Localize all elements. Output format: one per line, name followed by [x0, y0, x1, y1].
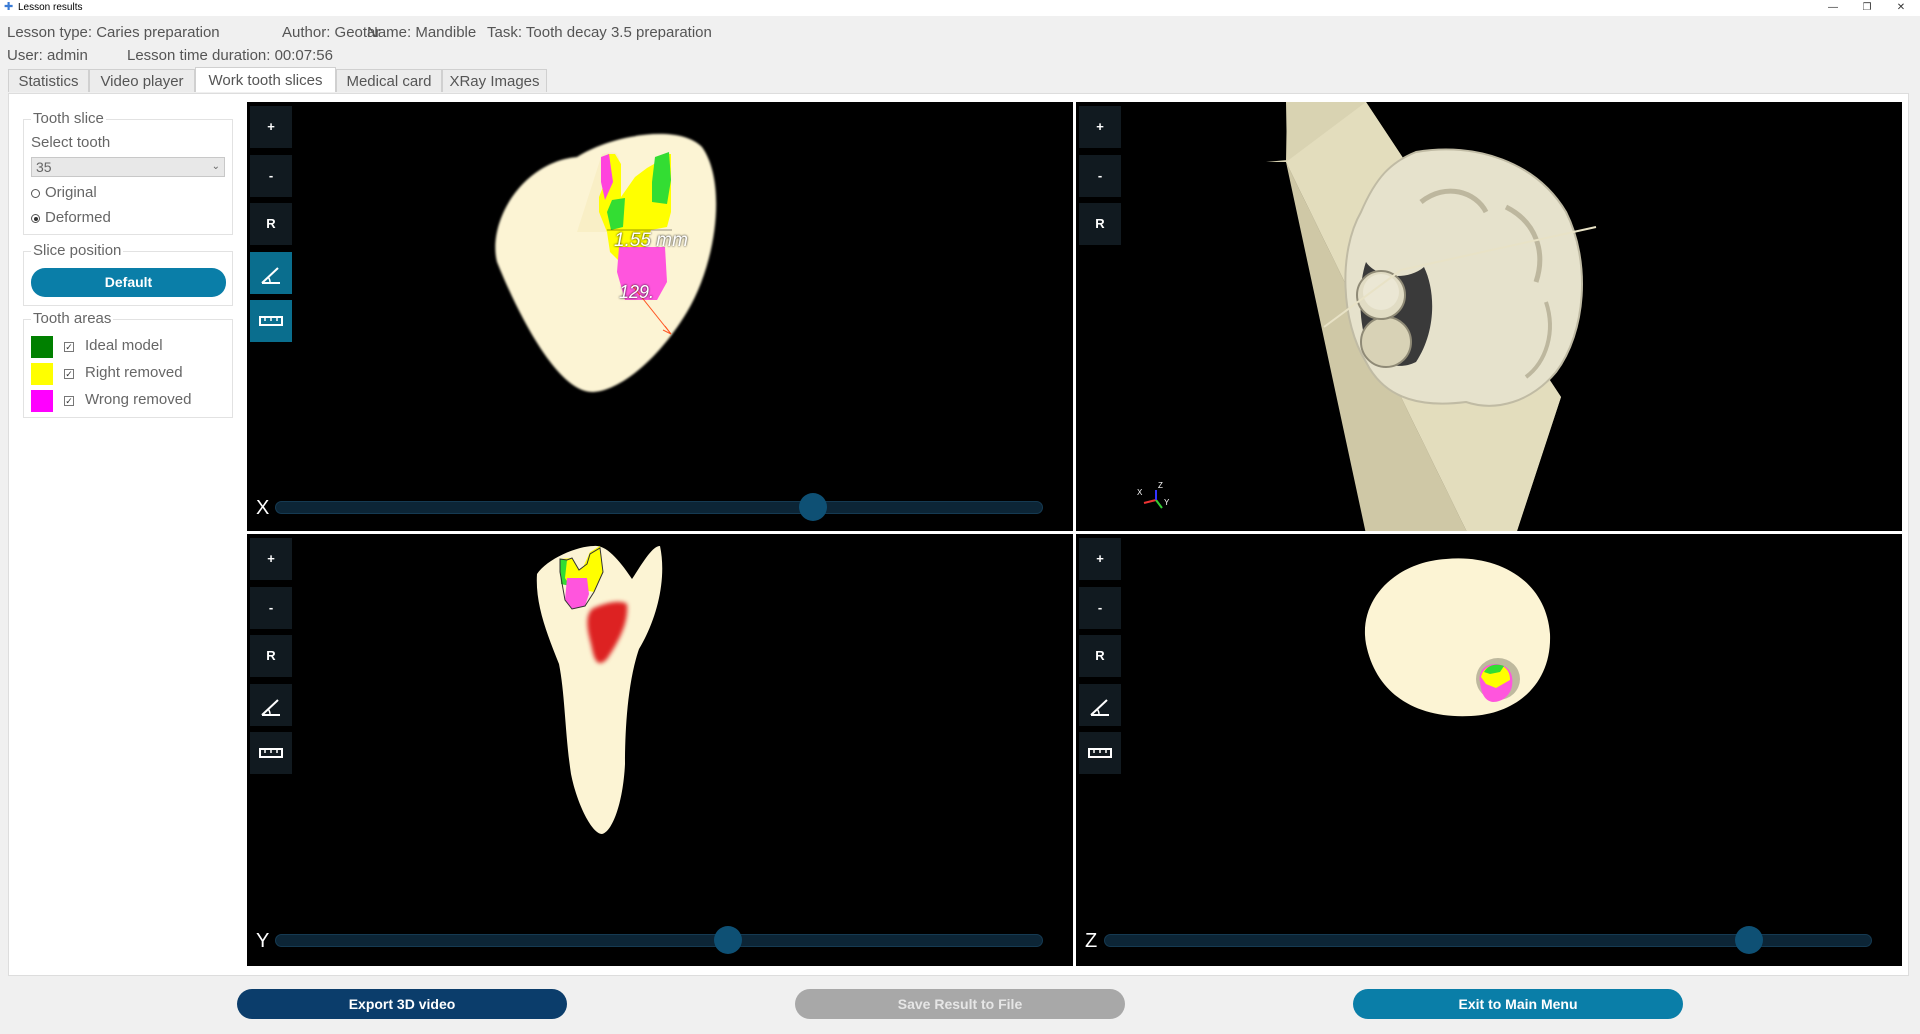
title-bar: ✚ Lesson results — ❐ ✕ — [0, 0, 1920, 16]
tab-work-tooth-slices[interactable]: Work tooth slices — [195, 67, 336, 92]
app-icon: ✚ — [4, 1, 14, 13]
tab-xray-images[interactable]: XRay Images — [442, 69, 547, 92]
radio-deformed-dot[interactable] — [31, 214, 40, 223]
ideal-model-label: Ideal model — [85, 337, 163, 354]
ruler-tool-button[interactable] — [1079, 732, 1121, 774]
radio-original-dot[interactable] — [31, 189, 40, 198]
export-3d-video-button[interactable]: Export 3D video — [237, 989, 567, 1019]
zoom-out-button[interactable]: - — [1079, 155, 1121, 197]
right-removed-label: Right removed — [85, 364, 183, 381]
slice-position-title: Slice position — [31, 242, 124, 259]
ruler-tool-button[interactable] — [250, 300, 292, 342]
save-result-button[interactable]: Save Result to File — [795, 989, 1125, 1019]
slice-view-z[interactable]: + - R Z — [1076, 534, 1902, 966]
close-button[interactable]: ✕ — [1886, 0, 1916, 16]
slice-slider-z-knob[interactable] — [1735, 926, 1764, 954]
slice-slider-x-knob[interactable] — [798, 493, 827, 521]
tooth-areas-title: Tooth areas — [31, 310, 114, 327]
restore-button[interactable]: ❐ — [1852, 0, 1882, 16]
axis-z-label: Z — [1158, 481, 1163, 490]
tooth-slice-z-image — [1364, 558, 1551, 717]
angle-tool-button[interactable] — [250, 252, 292, 294]
wrong-removed-checkbox[interactable]: ✓ — [64, 396, 74, 406]
chevron-down-icon: ⌄ — [211, 161, 220, 172]
axis-label-z: Z — [1085, 930, 1098, 952]
window-title: Lesson results — [18, 2, 83, 13]
zoom-out-button[interactable]: - — [1079, 587, 1121, 629]
tooth-slice-title: Tooth slice — [31, 110, 106, 127]
ruler-tool-button[interactable] — [250, 732, 292, 774]
tooth-slice-group: Tooth slice Select tooth 35 ⌄ Original D… — [23, 110, 233, 235]
slice-slider-x[interactable] — [275, 501, 1043, 514]
lesson-name: Name: Mandible — [367, 24, 477, 41]
reset-button[interactable]: R — [250, 635, 292, 677]
tooth-slice-y-image — [536, 545, 663, 834]
slice-slider-y-knob[interactable] — [714, 926, 743, 954]
zoom-in-button[interactable]: + — [1079, 538, 1121, 580]
angle-icon — [261, 267, 280, 284]
wrong-removed-swatch — [31, 390, 53, 412]
zoom-in-button[interactable]: + — [1079, 106, 1121, 148]
axis-x-label: X — [1137, 488, 1143, 497]
tooth-select-value: 35 — [36, 159, 52, 175]
slice-view-x[interactable]: 1.55 mm 129. + - R X — [247, 102, 1073, 531]
angle-tool-button[interactable] — [1079, 684, 1121, 726]
task: Task: Tooth decay 3.5 preparation — [487, 24, 712, 41]
wrong-removed-label: Wrong removed — [85, 391, 192, 408]
ruler-icon — [259, 748, 283, 758]
tooth-select[interactable]: 35 ⌄ — [31, 157, 225, 177]
view-3d[interactable]: X Y Z + - R — [1076, 102, 1902, 531]
slice-slider-y[interactable] — [275, 934, 1043, 947]
lesson-duration: Lesson time duration: 00:07:56 — [127, 47, 333, 64]
reset-button[interactable]: R — [1079, 203, 1121, 245]
ruler-icon — [1088, 748, 1112, 758]
axis-label-x: X — [256, 497, 270, 519]
exit-main-menu-button[interactable]: Exit to Main Menu — [1353, 989, 1683, 1019]
tooth-slice-x-image — [495, 133, 717, 393]
tab-medical-card[interactable]: Medical card — [336, 69, 442, 92]
ideal-model-swatch — [31, 336, 53, 358]
lesson-type: Lesson type: Caries preparation — [7, 24, 220, 41]
minimize-button[interactable]: — — [1818, 0, 1848, 16]
select-tooth-label: Select tooth — [31, 134, 111, 151]
axis-label-y: Y — [256, 930, 270, 952]
reset-button[interactable]: R — [250, 203, 292, 245]
zoom-out-button[interactable]: - — [250, 587, 292, 629]
zoom-in-button[interactable]: + — [250, 538, 292, 580]
tab-video-player[interactable]: Video player — [89, 69, 195, 92]
measure-length-label: 1.55 mm — [614, 230, 688, 251]
right-removed-swatch — [31, 363, 53, 385]
default-button[interactable]: Default — [31, 268, 226, 297]
tooth-3d-model — [1266, 102, 1597, 531]
author: Author: Geotar — [282, 24, 381, 41]
tooth-areas-group: Tooth areas ✓ Ideal model ✓ Right remove… — [23, 310, 233, 418]
angle-icon — [1090, 699, 1109, 716]
axis-y-label: Y — [1164, 498, 1170, 507]
tab-statistics[interactable]: Statistics — [8, 69, 89, 92]
slice-position-group: Slice position Default — [23, 242, 233, 306]
axes-icon — [1143, 490, 1163, 509]
radio-original-label[interactable]: Original — [45, 184, 97, 201]
zoom-in-button[interactable]: + — [250, 106, 292, 148]
user: User: admin — [7, 47, 88, 64]
slice-view-y[interactable]: + - R Y — [247, 534, 1073, 966]
angle-icon — [261, 699, 280, 716]
right-removed-checkbox[interactable]: ✓ — [64, 369, 74, 379]
ideal-model-checkbox[interactable]: ✓ — [64, 342, 74, 352]
reset-button[interactable]: R — [1079, 635, 1121, 677]
measure-angle-label: 129. — [619, 282, 655, 302]
radio-deformed-label[interactable]: Deformed — [45, 209, 111, 226]
zoom-out-button[interactable]: - — [250, 155, 292, 197]
orientation-axes-widget: X Y Z — [1136, 478, 1176, 518]
ruler-icon — [259, 316, 283, 326]
angle-tool-button[interactable] — [250, 684, 292, 726]
